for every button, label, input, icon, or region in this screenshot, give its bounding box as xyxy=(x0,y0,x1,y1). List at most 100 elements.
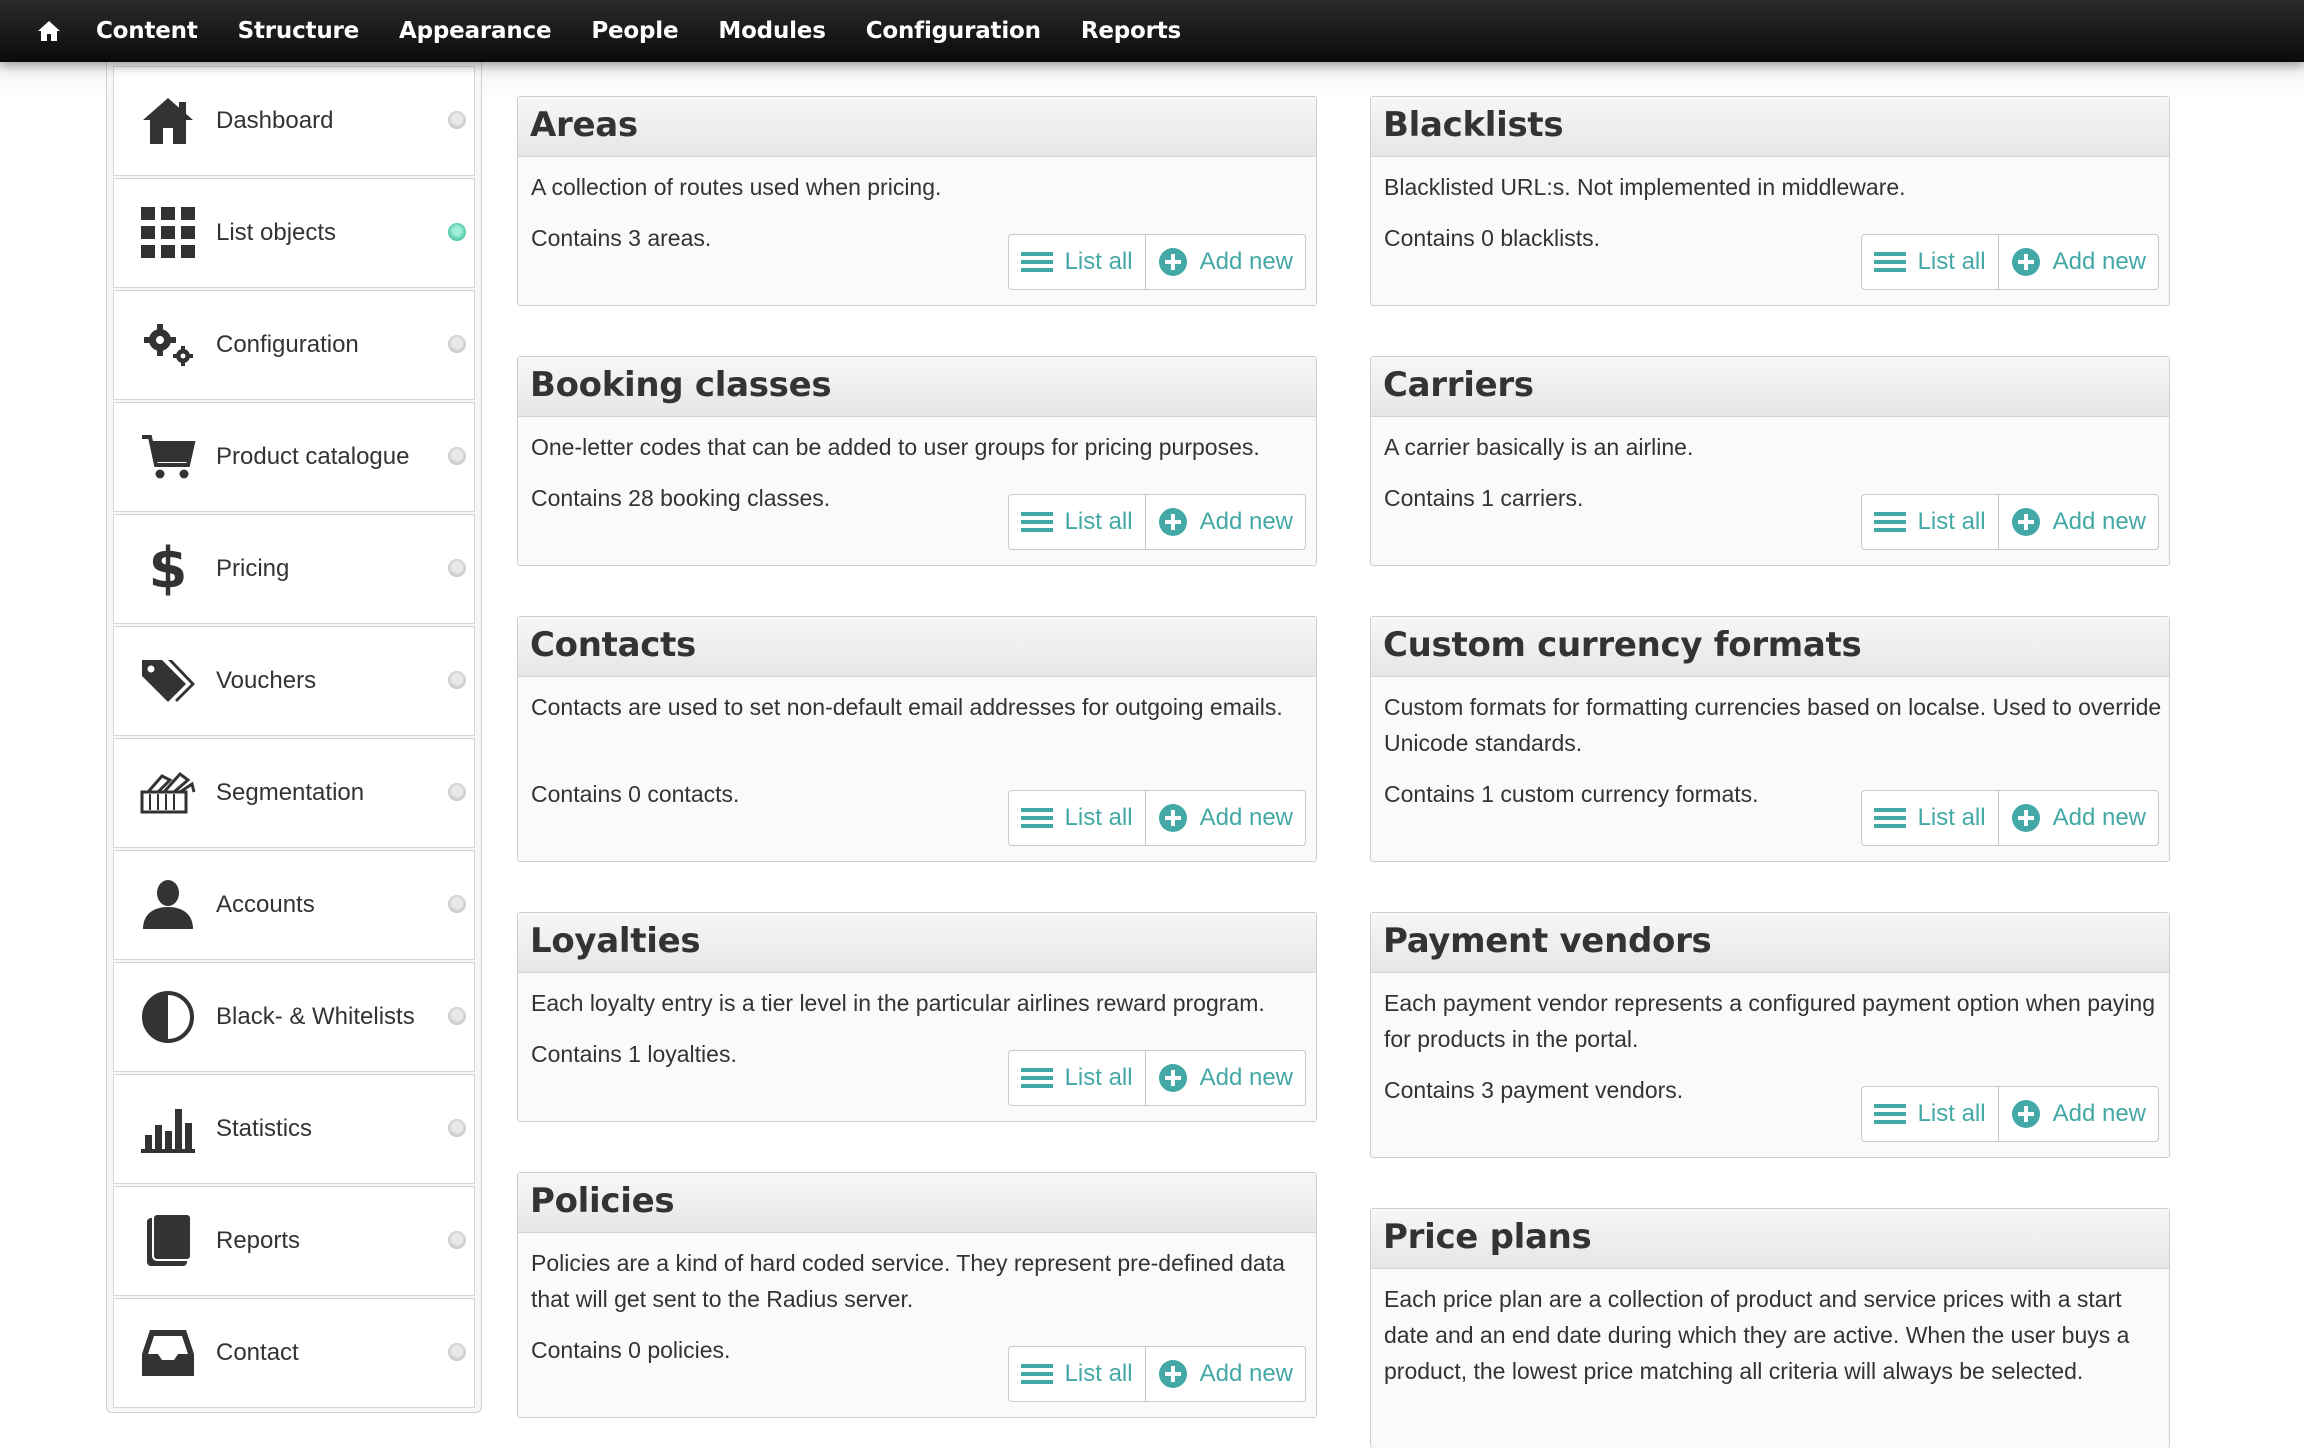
toolbar-content[interactable]: Content xyxy=(96,18,198,44)
toolbar-modules[interactable]: Modules xyxy=(718,18,826,44)
plus-circle-icon xyxy=(1158,507,1188,537)
list-all-label: List all xyxy=(1064,248,1133,275)
sidebar-item-label: Pricing xyxy=(216,555,290,582)
plus-circle-icon xyxy=(2011,247,2041,277)
list-icon xyxy=(1020,251,1053,273)
card-carriers: Carriers A carrier basically is an airli… xyxy=(1370,356,2170,566)
status-indicator xyxy=(448,1007,466,1025)
card-count: Contains 1 loyalties. xyxy=(531,1041,737,1067)
sidebar-item-contact[interactable]: Contact xyxy=(113,1298,475,1408)
card-title: Booking classes xyxy=(518,357,1316,417)
sidebar-item-statistics[interactable]: Statistics xyxy=(113,1074,475,1184)
add-new-button[interactable]: Add new xyxy=(1999,791,2158,845)
card-contacts: Contacts Contacts are used to set non-de… xyxy=(517,616,1317,862)
toolbar-configuration[interactable]: Configuration xyxy=(866,18,1041,44)
add-new-button[interactable]: Add new xyxy=(1146,1347,1305,1401)
tags-icon xyxy=(138,651,198,711)
sidebar-item-black-whitelists[interactable]: Black- & Whitelists xyxy=(113,962,475,1072)
add-new-button[interactable]: Add new xyxy=(1146,791,1305,845)
card-description: A collection of routes used when pricing… xyxy=(531,174,942,200)
card-description: A carrier basically is an airline. xyxy=(1384,434,1694,460)
plus-circle-icon xyxy=(2011,803,2041,833)
sidebar-item-accounts[interactable]: Accounts xyxy=(113,850,475,960)
card-title: Price plans xyxy=(1371,1209,2169,1269)
list-all-label: List all xyxy=(1917,804,1986,831)
sidebar-item-label: Dashboard xyxy=(216,107,334,134)
card-description: One-letter codes that can be added to us… xyxy=(531,434,1260,460)
sidebar-item-list-objects[interactable]: List objects xyxy=(113,178,475,288)
card-title: Carriers xyxy=(1371,357,2169,417)
list-icon xyxy=(1873,807,1906,829)
card-count: Contains 28 booking classes. xyxy=(531,485,831,511)
list-all-button[interactable]: List all xyxy=(1862,791,1999,845)
list-icon xyxy=(1873,251,1906,273)
plus-circle-icon xyxy=(1158,1359,1188,1389)
card-title: Loyalties xyxy=(518,913,1316,973)
toolbar-structure[interactable]: Structure xyxy=(238,18,360,44)
card-count: Contains 3 payment vendors. xyxy=(1384,1077,1684,1103)
sidebar-item-label: Black- & Whitelists xyxy=(216,1003,415,1030)
card-count: Contains 0 contacts. xyxy=(531,781,740,807)
list-icon xyxy=(1020,1067,1053,1089)
status-indicator xyxy=(448,447,466,465)
plus-circle-icon xyxy=(1158,803,1188,833)
gears-icon xyxy=(138,315,198,375)
card-actions: List all Add new xyxy=(1860,1086,2159,1142)
sidebar-item-configuration[interactable]: Configuration xyxy=(113,290,475,400)
sidebar-item-label: Statistics xyxy=(216,1115,313,1142)
add-new-label: Add new xyxy=(1199,1064,1293,1091)
card-description: Each payment vendor represents a configu… xyxy=(1384,990,2155,1052)
plus-circle-icon xyxy=(2011,1099,2041,1129)
status-indicator xyxy=(448,559,466,577)
sidebar-item-label: Segmentation xyxy=(216,779,365,806)
card-description: Contacts are used to set non-default ema… xyxy=(531,694,1283,720)
home-icon[interactable] xyxy=(32,14,66,48)
add-new-button[interactable]: Add new xyxy=(1146,495,1305,549)
add-new-button[interactable]: Add new xyxy=(1999,495,2158,549)
sidebar-item-reports[interactable]: Reports xyxy=(113,1186,475,1296)
list-all-button[interactable]: List all xyxy=(1862,495,1999,549)
add-new-button[interactable]: Add new xyxy=(1999,235,2158,289)
card-actions: List all Add new xyxy=(1860,790,2159,846)
book-icon xyxy=(138,1211,198,1271)
sidebar-item-segmentation[interactable]: Segmentation xyxy=(113,738,475,848)
card-title: Contacts xyxy=(518,617,1316,677)
list-all-button[interactable]: List all xyxy=(1862,1087,1999,1141)
dollar-icon: $ xyxy=(148,536,188,601)
add-new-button[interactable]: Add new xyxy=(1146,235,1305,289)
card-price-plans: Price plans Each price plan are a collec… xyxy=(1370,1208,2170,1448)
list-all-button[interactable]: List all xyxy=(1009,495,1146,549)
status-indicator xyxy=(448,335,466,353)
plus-circle-icon xyxy=(1158,247,1188,277)
list-icon xyxy=(1873,1103,1906,1125)
add-new-label: Add new xyxy=(1199,804,1293,831)
add-new-label: Add new xyxy=(1199,248,1293,275)
list-all-button[interactable]: List all xyxy=(1009,791,1146,845)
toolbar-appearance[interactable]: Appearance xyxy=(399,18,552,44)
list-all-button[interactable]: List all xyxy=(1009,235,1146,289)
card-custom-currency-formats: Custom currency formats Custom formats f… xyxy=(1370,616,2170,862)
list-all-button[interactable]: List all xyxy=(1009,1051,1146,1105)
sidebar-item-product-catalogue[interactable]: Product catalogue xyxy=(113,402,475,512)
status-indicator xyxy=(448,783,466,801)
sidebar-item-dashboard[interactable]: Dashboard xyxy=(113,66,475,176)
status-indicator xyxy=(448,1119,466,1137)
plus-circle-icon xyxy=(2011,507,2041,537)
list-icon xyxy=(1020,1363,1053,1385)
card-count: Contains 0 blacklists. xyxy=(1384,225,1601,251)
sidebar-item-vouchers[interactable]: Vouchers xyxy=(113,626,475,736)
list-all-button[interactable]: List all xyxy=(1862,235,1999,289)
add-new-label: Add new xyxy=(1199,1360,1293,1387)
plus-circle-icon xyxy=(1158,1063,1188,1093)
card-actions: List all Add new xyxy=(1007,1346,1306,1402)
swatches-icon xyxy=(138,763,198,823)
card-count: Contains 0 policies. xyxy=(531,1337,731,1363)
card-policies: Policies Policies are a kind of hard cod… xyxy=(517,1172,1317,1418)
list-all-button[interactable]: List all xyxy=(1009,1347,1146,1401)
card-description: Custom formats for formatting currencies… xyxy=(1384,694,2162,756)
toolbar-people[interactable]: People xyxy=(591,18,678,44)
add-new-button[interactable]: Add new xyxy=(1999,1087,2158,1141)
toolbar-reports[interactable]: Reports xyxy=(1081,18,1181,44)
sidebar-item-pricing[interactable]: $ Pricing xyxy=(113,514,475,624)
add-new-button[interactable]: Add new xyxy=(1146,1051,1305,1105)
